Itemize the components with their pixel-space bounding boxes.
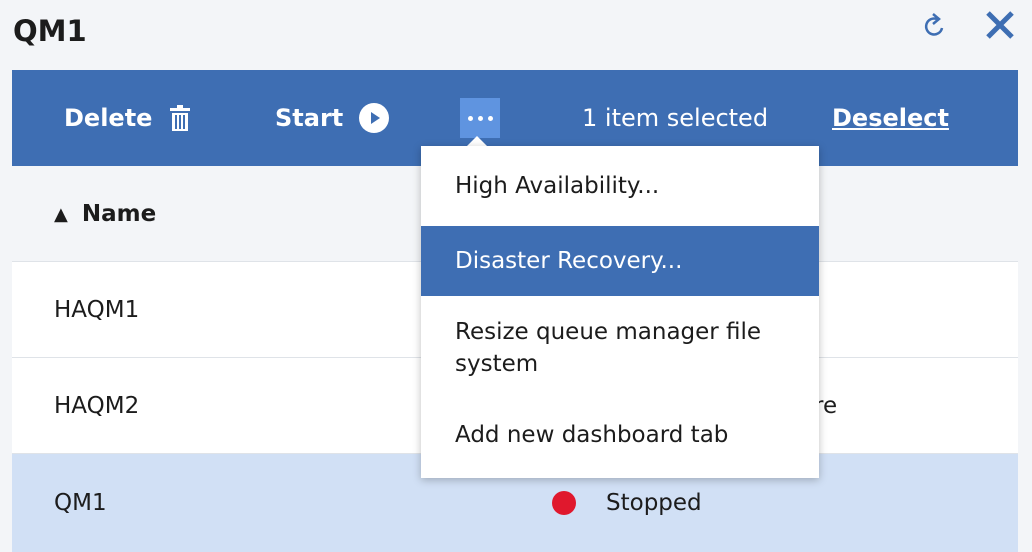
close-icon[interactable] xyxy=(983,8,1017,42)
column-header-label: Name xyxy=(81,201,157,227)
start-button-label: Start xyxy=(275,104,344,132)
status-stopped-icon xyxy=(552,491,576,515)
delete-button[interactable]: Delete xyxy=(64,70,191,166)
overflow-menu-icon xyxy=(467,115,493,121)
menu-item-high-availability[interactable]: High Availability... xyxy=(421,146,819,226)
row-status-label: Stopped xyxy=(606,490,702,516)
menu-item-label: High Availability... xyxy=(455,173,660,199)
trash-icon xyxy=(170,105,191,131)
sort-ascending-icon: ▲ xyxy=(54,203,68,225)
menu-item-resize-file-system[interactable]: Resize queue manager file system xyxy=(421,296,819,400)
menu-item-label: Resize queue manager file system xyxy=(455,319,762,377)
page-title: QM1 xyxy=(13,14,87,48)
menu-item-label: Disaster Recovery... xyxy=(455,248,683,274)
column-header-name[interactable]: ▲ Name xyxy=(54,166,156,262)
row-name: HAQM1 xyxy=(54,297,140,323)
menu-item-disaster-recovery[interactable]: Disaster Recovery... xyxy=(421,226,819,296)
start-button[interactable]: Start xyxy=(275,70,390,166)
deselect-link[interactable]: Deselect xyxy=(832,70,949,166)
menu-item-label: Add new dashboard tab xyxy=(455,422,729,448)
row-name: QM1 xyxy=(54,490,107,516)
play-icon xyxy=(359,103,390,133)
overflow-menu-button[interactable] xyxy=(460,98,500,138)
refresh-icon[interactable] xyxy=(920,8,950,42)
overflow-menu: High Availability... Disaster Recovery..… xyxy=(421,146,819,478)
delete-button-label: Delete xyxy=(64,104,153,132)
row-name: HAQM2 xyxy=(54,393,140,419)
menu-item-add-dashboard-tab[interactable]: Add new dashboard tab xyxy=(421,400,819,470)
